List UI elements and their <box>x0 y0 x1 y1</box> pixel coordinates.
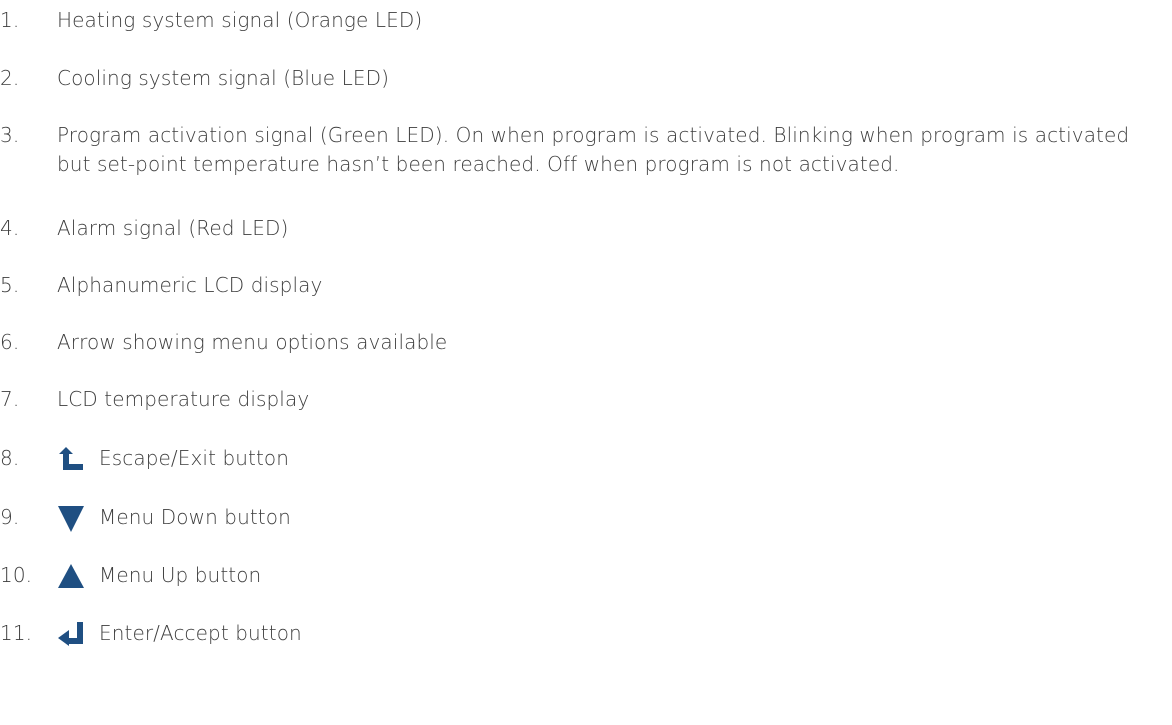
item-number: 4. <box>0 216 20 240</box>
item-text: Alarm signal (Red LED) <box>57 216 289 240</box>
item-text: Heating system signal (Orange LED) <box>57 8 423 32</box>
item-text: Menu Up button <box>99 563 262 587</box>
item-number: 2. <box>0 66 20 90</box>
item-number: 11. <box>0 621 33 645</box>
item-number: 10. <box>0 563 33 587</box>
item-text: Menu Down button <box>99 505 291 529</box>
item-text: Escape/Exit button <box>99 446 290 470</box>
item-number: 7. <box>0 387 20 411</box>
item-number: 9. <box>0 505 20 529</box>
item-text: Arrow showing menu options available <box>57 330 448 354</box>
item-text: Enter/Accept button <box>99 621 302 645</box>
item-text: LCD temperature display <box>57 387 310 411</box>
item-number: 8. <box>0 446 20 470</box>
item-number: 3. <box>0 123 20 147</box>
escape-arrow-icon <box>57 447 85 471</box>
up-triangle-icon <box>57 564 85 588</box>
item-number: 1. <box>0 8 20 32</box>
item-text: Program activation signal (Green LED). O… <box>57 123 1130 176</box>
item-text: Cooling system signal (Blue LED) <box>57 66 390 90</box>
item-number: 5. <box>0 273 20 297</box>
down-triangle-icon <box>57 506 85 532</box>
item-text: Alphanumeric LCD display <box>57 273 323 297</box>
enter-arrow-icon <box>57 622 85 646</box>
item-number: 6. <box>0 330 20 354</box>
numbered-list: 1. Heating system signal (Orange LED) 2.… <box>0 0 1172 725</box>
